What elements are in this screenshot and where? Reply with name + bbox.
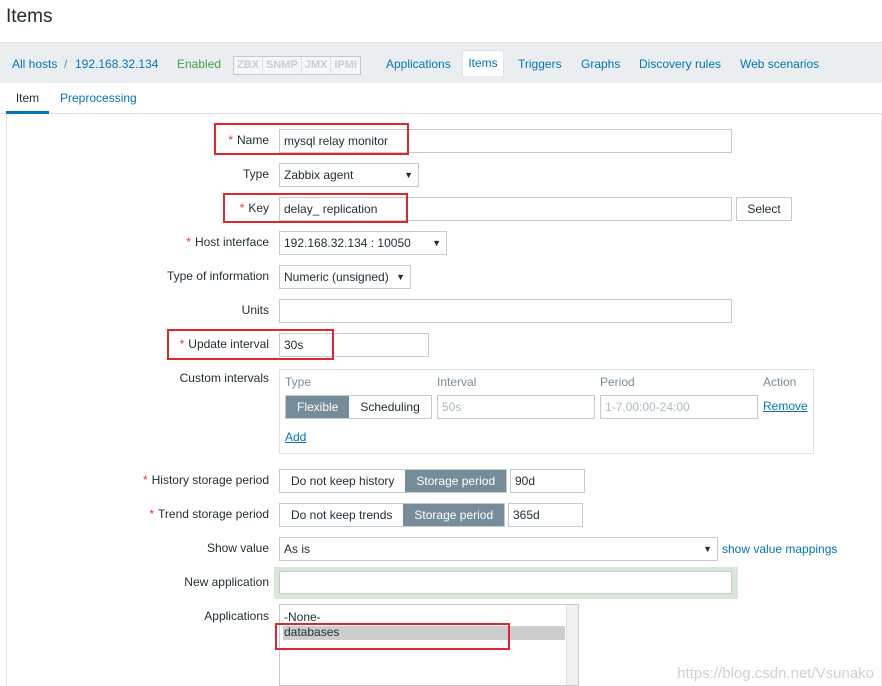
required-marker: * — [186, 235, 191, 249]
type-of-information-label: Type of information — [166, 269, 269, 283]
trend-storage-period-button[interactable]: Storage period — [403, 504, 505, 526]
all-hosts-link[interactable]: All hosts — [12, 57, 57, 71]
applications-label: Applications — [204, 609, 269, 623]
custom-period-header: Period — [600, 375, 635, 389]
tab-preprocessing[interactable]: Preprocessing — [60, 83, 137, 113]
type-of-information-select[interactable]: Numeric (unsigned) — [279, 265, 411, 289]
type-label: Type — [242, 167, 269, 181]
show-value-mappings-link[interactable]: show value mappings — [722, 542, 837, 556]
availability-badges: ZBX SNMP JMX IPMI — [233, 56, 362, 75]
ipmi-badge: IPMI — [330, 57, 360, 74]
web-scenarios-link[interactable]: Web scenarios — [740, 57, 819, 71]
annotation-box-name — [214, 123, 409, 155]
custom-action-header: Action — [763, 375, 797, 389]
host-status-enabled[interactable]: Enabled — [177, 57, 221, 71]
history-do-not-keep-button[interactable]: Do not keep history — [280, 470, 406, 492]
type-select[interactable]: Zabbix agent — [279, 163, 419, 187]
trend-storage-label: * Trend storage period — [149, 507, 269, 521]
host-interface-label-text: Host interface — [194, 235, 269, 249]
flexible-button[interactable]: Flexible — [286, 396, 350, 418]
jmx-badge: JMX — [300, 57, 331, 74]
host-interface-select[interactable]: 192.168.32.134 : 10050 — [279, 231, 447, 255]
show-value-select[interactable]: As is — [279, 537, 718, 561]
history-storage-label: * History storage period — [143, 473, 269, 487]
annotation-box-key — [223, 193, 408, 223]
custom-type-header: Type — [285, 375, 312, 389]
items-link[interactable]: Items — [462, 50, 504, 76]
applications-link[interactable]: Applications — [386, 57, 451, 71]
custom-interval-type-toggle: Flexible Scheduling — [285, 395, 432, 419]
tab-item[interactable]: Item — [6, 83, 49, 114]
host-link[interactable]: 192.168.32.134 — [75, 57, 158, 71]
host-interface-label: * Host interface — [186, 235, 269, 249]
history-storage-toggle: Do not keep history Storage period — [279, 469, 508, 493]
watermark: https://blog.csdn.net/Vsunako — [677, 665, 874, 682]
host-navigation-bar: All hosts / 192.168.32.134 Enabled ZBX S… — [0, 42, 882, 83]
applications-scrollbar[interactable] — [566, 605, 578, 685]
show-value-label: Show value — [206, 541, 269, 555]
key-select-button[interactable]: Select — [736, 197, 792, 221]
required-marker: * — [142, 473, 148, 487]
new-application-label: New application — [184, 575, 269, 589]
form-tabs: Item Preprocessing — [0, 83, 882, 114]
scheduling-button[interactable]: Scheduling — [349, 396, 431, 418]
custom-intervals-label: Custom intervals — [179, 371, 269, 385]
required-marker: * — [149, 507, 155, 521]
history-storage-period-button[interactable]: Storage period — [405, 470, 507, 492]
custom-period-input[interactable]: 1-7,00:00-24:00 — [600, 395, 758, 419]
page-title: Items — [6, 6, 53, 27]
zbx-badge: ZBX — [237, 59, 259, 71]
annotation-box-update-interval — [167, 329, 334, 360]
snmp-badge: SNMP — [262, 57, 301, 74]
graphs-link[interactable]: Graphs — [581, 57, 620, 71]
trend-do-not-keep-button[interactable]: Do not keep trends — [280, 504, 404, 526]
discovery-rules-link[interactable]: Discovery rules — [639, 57, 721, 71]
triggers-link[interactable]: Triggers — [518, 57, 562, 71]
units-input[interactable] — [279, 299, 732, 323]
applications-option-none[interactable]: -None- — [284, 610, 321, 624]
trend-storage-input[interactable]: 365d — [508, 503, 583, 527]
new-application-focus-ring — [274, 567, 738, 599]
annotation-box-databases — [275, 623, 510, 650]
history-storage-input[interactable]: 90d — [510, 469, 585, 493]
custom-interval-input[interactable]: 50s — [437, 395, 595, 419]
custom-intervals-table: Type Interval Period Action Flexible Sch… — [279, 369, 814, 454]
custom-interval-add-link[interactable]: Add — [285, 430, 306, 444]
custom-interval-header: Interval — [437, 375, 477, 389]
units-label: Units — [241, 303, 269, 317]
new-application-input[interactable] — [279, 571, 732, 594]
trend-storage-toggle: Do not keep trends Storage period — [279, 503, 506, 527]
history-storage-label-text: History storage period — [151, 473, 269, 487]
breadcrumb-separator: / — [64, 57, 68, 71]
trend-storage-label-text: Trend storage period — [158, 507, 269, 521]
custom-interval-remove-link[interactable]: Remove — [763, 399, 808, 413]
